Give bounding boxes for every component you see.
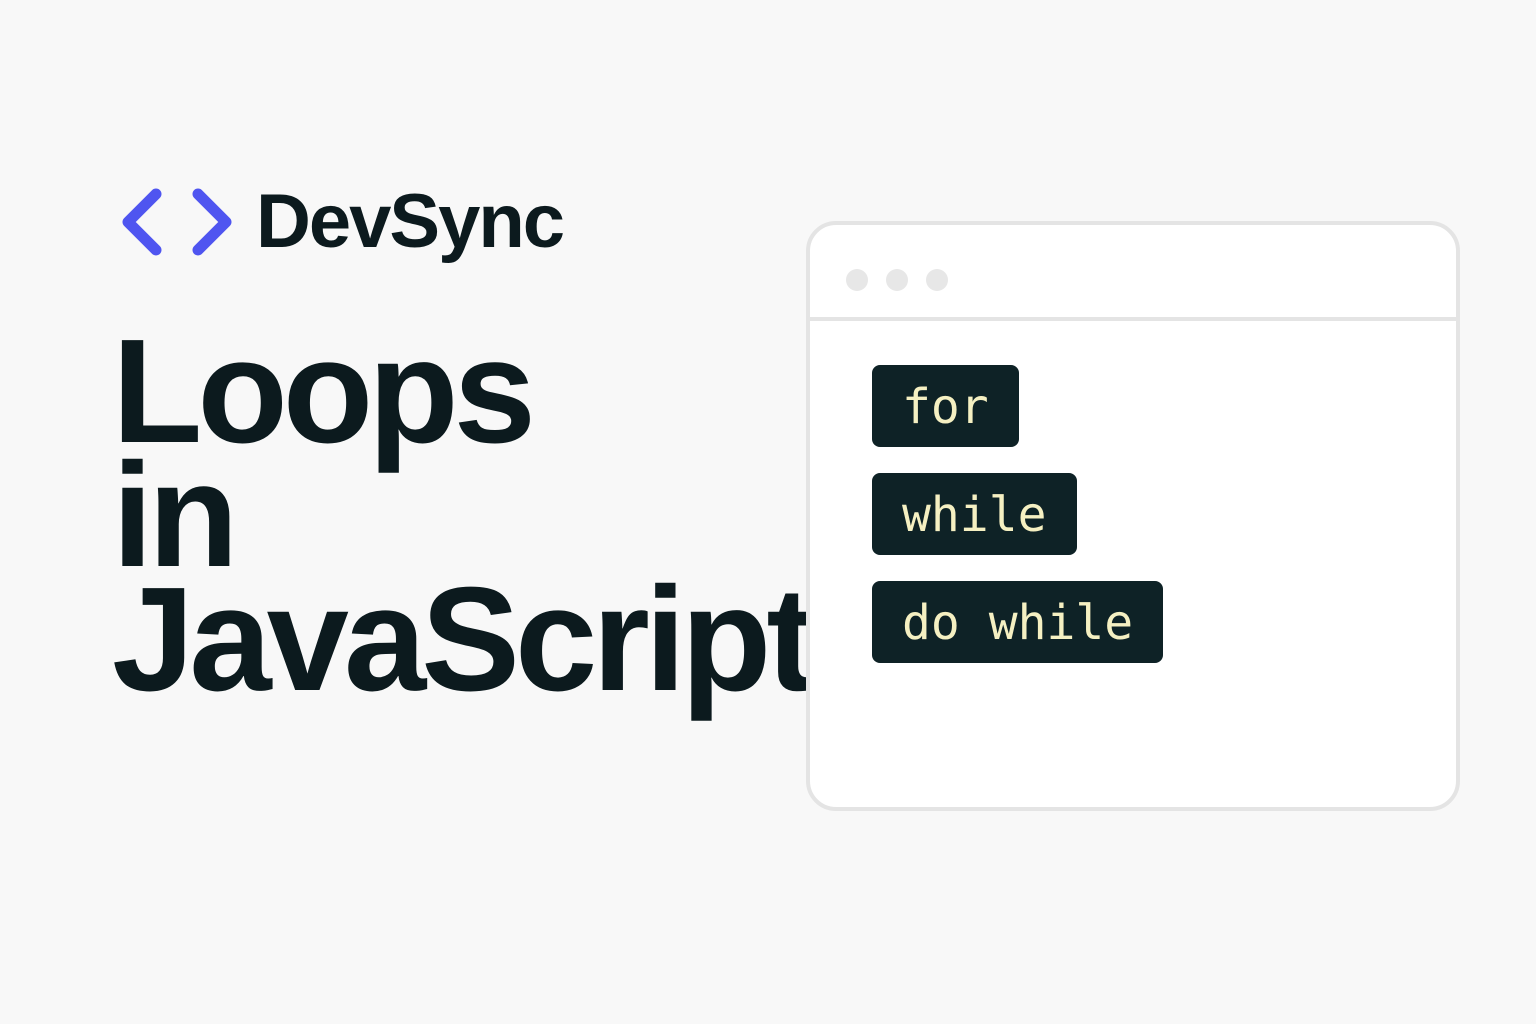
brand-logo: DevSync [118, 179, 565, 264]
keyword-for: for [872, 365, 1019, 447]
page-title: Loops in JavaScript [112, 318, 816, 722]
window-dot-icon [926, 269, 948, 291]
code-window: for while do while [806, 221, 1460, 811]
window-dot-icon [846, 269, 868, 291]
brand-name: DevSync [256, 179, 565, 264]
chevrons-code-icon [122, 188, 232, 256]
window-titlebar [810, 225, 1456, 321]
keyword-while: while [872, 473, 1077, 555]
keyword-list: for while do while [872, 365, 1164, 689]
keyword-do-while: do while [872, 581, 1164, 663]
window-dot-icon [886, 269, 908, 291]
title-line: JavaScript [112, 557, 816, 722]
